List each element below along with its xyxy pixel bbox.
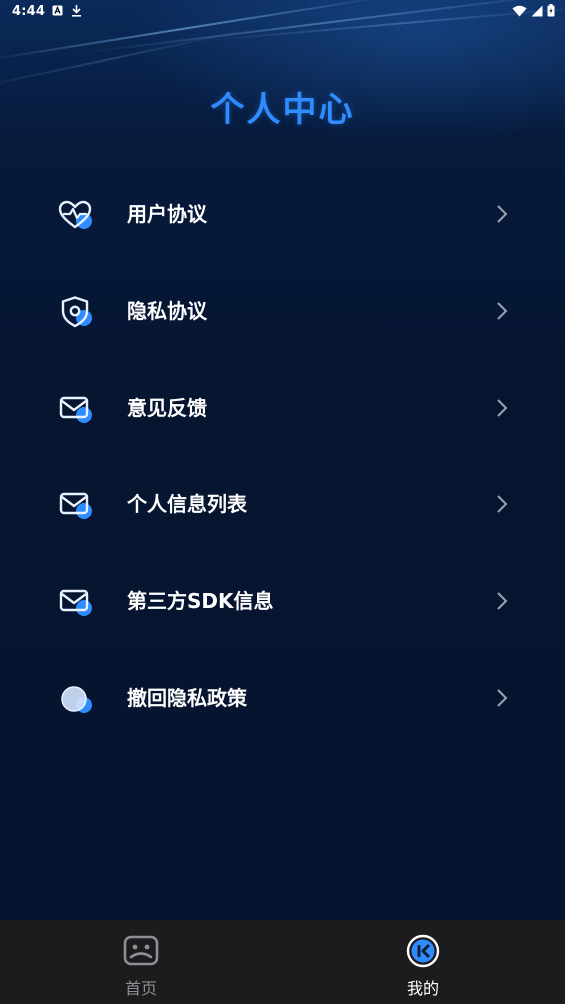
page-title: 个人中心	[210, 90, 355, 130]
chevron-right-icon	[497, 495, 508, 513]
heart-pulse-icon	[58, 200, 92, 229]
menu-item-label: 个人信息列表	[127, 492, 247, 516]
menu-item-label: 第三方SDK信息	[127, 589, 274, 613]
menu-item-label: 隐私协议	[127, 299, 207, 323]
chevron-right-icon	[497, 689, 508, 707]
status-time: 4:44	[12, 4, 46, 19]
tab-home-label: 首页	[124, 979, 157, 998]
menu-item-privacy-agreement[interactable]: 隐私协议	[0, 263, 565, 359]
menu-item-label: 用户协议	[127, 202, 207, 226]
tab-mine-label: 我的	[406, 979, 439, 998]
profile-icon	[406, 934, 440, 968]
menu-item-third-party-sdk[interactable]: 第三方SDK信息	[0, 553, 565, 649]
circle-icon	[61, 686, 92, 713]
notification-a-icon	[52, 5, 63, 16]
menu-item-revoke-privacy[interactable]: 撤回隐私政策	[0, 650, 565, 746]
menu-item-label: 撤回隐私政策	[127, 686, 247, 710]
signal-icon	[531, 5, 543, 16]
menu-item-label: 意见反馈	[127, 396, 207, 420]
mail-icon	[59, 396, 92, 423]
chevron-right-icon	[497, 399, 508, 417]
chevron-right-icon	[497, 205, 508, 223]
download-icon	[72, 5, 81, 17]
status-bar: 4:44	[0, 0, 565, 24]
mail-icon	[59, 589, 92, 616]
menu-item-personal-info-list[interactable]: 个人信息列表	[0, 456, 565, 552]
menu-item-user-agreement[interactable]: 用户协议	[0, 166, 565, 262]
tab-mine[interactable]: 我的	[282, 920, 564, 1004]
chevron-right-icon	[497, 592, 508, 610]
chevron-right-icon	[497, 302, 508, 320]
menu-item-feedback[interactable]: 意见反馈	[0, 360, 565, 456]
wifi-icon	[512, 5, 527, 16]
home-face-icon	[123, 935, 159, 966]
tab-home[interactable]: 首页	[0, 920, 282, 1004]
bottom-tab-bar: 首页 我的	[0, 920, 565, 1004]
battery-icon	[547, 4, 555, 17]
mail-icon	[59, 492, 92, 519]
shield-icon	[61, 296, 92, 328]
